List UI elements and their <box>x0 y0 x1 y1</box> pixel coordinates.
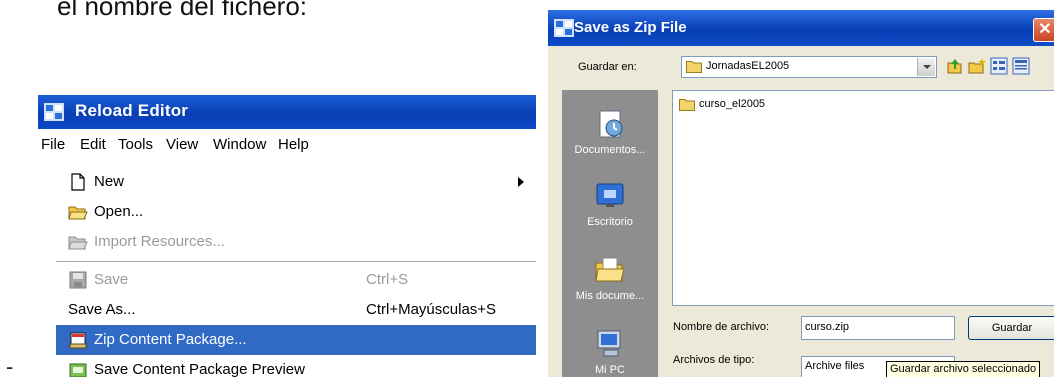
window-title: Reload Editor <box>75 101 189 120</box>
place-my-computer[interactable]: Mi PC <box>562 328 658 376</box>
menu-item-import-resources[interactable]: Import Resources... <box>56 227 536 257</box>
save-as-zip-dialog: Save as Zip File ✕ Guardar en: JornadasE… <box>548 10 1054 377</box>
place-recent-documents[interactable]: Documentos... <box>562 108 658 156</box>
bullet-dash: - <box>6 354 14 379</box>
place-desktop[interactable]: Escritorio <box>562 180 658 228</box>
place-label: Mis docume... <box>575 290 645 302</box>
file-list[interactable]: curso_el2005 <box>672 90 1054 306</box>
new-file-icon <box>71 173 85 191</box>
filename-input[interactable]: curso.zip <box>801 316 955 340</box>
save-in-value: JornadasEL2005 <box>706 60 790 72</box>
place-my-documents[interactable]: Mis docume... <box>562 254 658 302</box>
recent-documents-icon <box>599 110 623 138</box>
menu-item-shortcut: Ctrl+S <box>366 271 409 288</box>
filename-value: curso.zip <box>805 321 850 333</box>
menu-item-open[interactable]: Open... <box>56 197 536 227</box>
place-label: Mi PC <box>595 364 625 376</box>
reload-app-icon <box>554 19 574 37</box>
page-top-text: el nombre del fichero: <box>57 0 308 21</box>
up-folder-icon[interactable] <box>946 57 964 75</box>
place-label: Escritorio <box>587 216 633 228</box>
menu-item-shortcut: Ctrl+Mayúsculas+S <box>366 301 497 318</box>
menu-tools[interactable]: Tools <box>118 136 153 153</box>
save-button[interactable]: Guardar <box>968 316 1054 340</box>
menu-item-save-content-package-preview[interactable]: Save Content Package Preview <box>56 355 536 377</box>
menu-item-label: Save As... <box>68 301 136 318</box>
menu-view[interactable]: View <box>166 136 198 153</box>
zip-package-icon <box>69 332 87 349</box>
my-documents-icon <box>595 257 625 282</box>
file-menu: New Open... Import Resources... Save Ctr… <box>56 159 536 377</box>
open-folder-icon <box>68 206 88 220</box>
new-folder-icon[interactable] <box>968 57 986 75</box>
save-in-label: Guardar en: <box>578 61 637 73</box>
menu-item-new[interactable]: New <box>56 167 536 197</box>
menu-item-label: New <box>94 173 125 190</box>
filetype-value: Archive files <box>805 360 865 372</box>
reload-app-icon <box>44 103 64 121</box>
folder-icon <box>686 61 702 73</box>
my-computer-icon <box>597 330 621 357</box>
menu-item-label: Save <box>94 271 129 288</box>
menu-item-label: Import Resources... <box>94 233 225 250</box>
title-bar: Reload Editor <box>38 95 536 129</box>
filename-label: Nombre de archivo: <box>673 321 769 333</box>
menu-item-label: Save Content Package Preview <box>94 361 305 377</box>
submenu-arrow-icon <box>518 177 524 187</box>
menu-item-save-as[interactable]: Save As... Ctrl+Mayúsculas+S <box>56 295 536 325</box>
dialog-title: Save as Zip File <box>574 19 687 36</box>
save-disk-icon <box>69 271 87 289</box>
folder-icon <box>679 99 695 111</box>
save-in-combo[interactable]: JornadasEL2005 <box>681 56 937 78</box>
place-label: Documentos... <box>574 144 646 156</box>
reload-editor-window: Reload Editor File Edit Tools View Windo… <box>38 95 536 377</box>
menu-bar: File Edit Tools View Window Help <box>38 133 536 157</box>
menu-file[interactable]: File <box>41 136 65 153</box>
menu-help[interactable]: Help <box>278 136 309 153</box>
package-preview-icon <box>69 363 87 377</box>
save-tooltip: Guardar archivo seleccionado <box>886 361 1041 377</box>
desktop-icon <box>596 183 624 207</box>
chevron-down-icon[interactable] <box>917 58 935 76</box>
places-bar: Documentos... Escritorio Mis docume... M… <box>562 90 658 377</box>
menu-item-zip-content-package[interactable]: Zip Content Package... <box>56 325 536 355</box>
details-view-icon[interactable] <box>1012 57 1030 75</box>
menu-separator <box>56 261 536 262</box>
file-name: curso_el2005 <box>699 98 766 110</box>
menu-window[interactable]: Window <box>213 136 266 153</box>
menu-item-label: Zip Content Package... <box>94 331 247 348</box>
list-view-icon[interactable] <box>990 57 1008 75</box>
filetype-label: Archivos de tipo: <box>673 354 755 366</box>
close-button[interactable]: ✕ <box>1033 18 1054 42</box>
menu-item-save[interactable]: Save Ctrl+S <box>56 265 536 295</box>
menu-edit[interactable]: Edit <box>80 136 106 153</box>
dialog-title-bar: Save as Zip File ✕ <box>548 10 1054 46</box>
import-folder-icon <box>68 236 88 250</box>
menu-item-label: Open... <box>94 203 144 220</box>
